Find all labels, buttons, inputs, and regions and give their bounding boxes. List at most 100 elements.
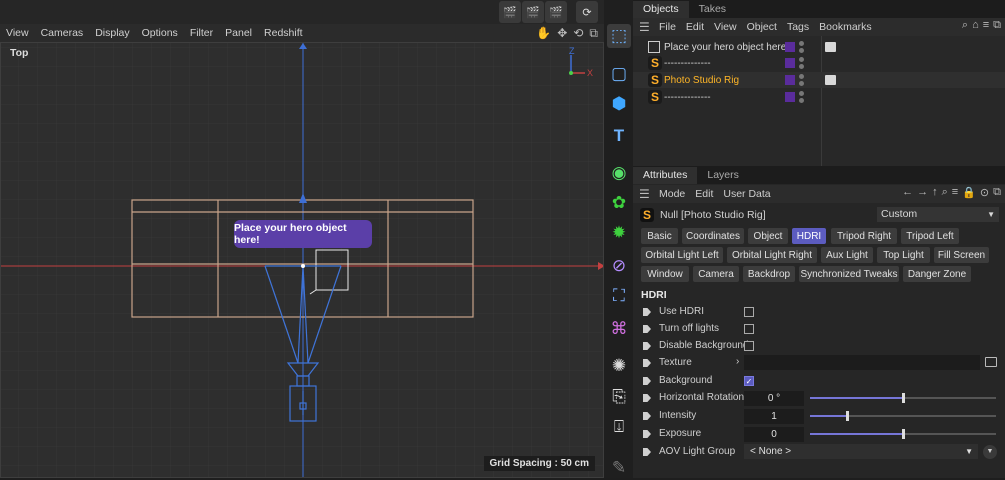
forward-arrow-icon[interactable]: → [917,186,928,199]
preset-dropdown[interactable]: Custom ▼ [877,207,999,222]
tab-objects[interactable]: Objects [633,1,689,18]
object-name[interactable]: Place your hero object here! [664,42,789,53]
object-row[interactable]: S -------------- [633,89,1005,105]
refresh-icon[interactable]: ⟳ [576,1,598,23]
viewport-menu-panel[interactable]: Panel [225,27,252,39]
generator-icon[interactable]: ✹ [607,221,631,245]
light-icon[interactable]: ✺ [607,354,631,378]
new-window-icon[interactable]: ⧉ [993,19,1001,32]
section-tab-tripod-left[interactable]: Tripod Left [901,228,959,244]
menu-edit[interactable]: Edit [686,21,704,33]
section-tab-basic[interactable]: Basic [641,228,678,244]
layer-swatch[interactable] [785,75,795,85]
menu-object[interactable]: Object [747,21,777,33]
up-arrow-icon[interactable]: ↑ [932,186,938,199]
viewport[interactable]: Z X Top Place your hero object here! Gri… [0,42,604,478]
tag-icon[interactable] [825,75,836,85]
visibility-dots[interactable] [799,74,805,86]
layer-swatch[interactable] [785,42,795,52]
horizontal-rotation-slider[interactable] [810,393,996,403]
visibility-dots[interactable] [799,91,805,103]
camera-icon[interactable]: ⎘ [607,385,631,409]
menu-mode[interactable]: Mode [659,188,685,200]
edit-pen-icon[interactable]: ✎ [607,456,631,480]
use-hdri-checkbox[interactable] [744,307,754,317]
filter-icon[interactable]: ≡ [983,19,989,32]
object-name[interactable]: -------------- [664,58,711,69]
back-arrow-icon[interactable]: ← [902,186,913,199]
render-tag-icon[interactable]: ⍗ [607,415,631,439]
section-tab-top-light[interactable]: Top Light [877,247,930,263]
viewport-menu-view[interactable]: View [6,27,29,39]
keyframe-icon[interactable] [643,308,651,316]
move-view-icon[interactable]: ✥ [557,26,567,41]
viewport-menu-options[interactable]: Options [142,27,178,39]
layer-swatch[interactable] [785,58,795,68]
turn-off-lights-checkbox[interactable] [744,324,754,334]
visibility-dots[interactable] [799,41,805,53]
section-tab-orbital-light-right[interactable]: Orbital Light Right [727,247,817,263]
dropdown-options-icon[interactable]: ▼ [983,445,997,459]
viewport-menu-filter[interactable]: Filter [190,27,213,39]
disable-background-checkbox[interactable] [744,341,754,351]
section-tab-orbital-light-left[interactable]: Orbital Light Left [641,247,723,263]
lock-icon[interactable]: 🔒 [962,186,976,199]
chevron-right-icon[interactable]: › [736,356,739,367]
tab-layers[interactable]: Layers [697,167,749,184]
menu-bookmarks[interactable]: Bookmarks [819,21,872,33]
section-tab-fill-screen[interactable]: Fill Screen [934,247,989,263]
intensity-slider[interactable] [810,411,996,421]
background-checkbox[interactable]: ✓ [744,376,754,386]
orbit-icon[interactable]: ⟲ [573,26,583,41]
pan-hand-icon[interactable]: ✋ [536,26,551,41]
layer-swatch[interactable] [785,92,795,102]
tab-takes[interactable]: Takes [689,1,736,18]
keyframe-icon[interactable] [643,359,651,367]
scene-icon[interactable]: ⌘ [607,317,631,341]
section-tab-object[interactable]: Object [748,228,788,244]
section-tab-aux-light[interactable]: Aux Light [821,247,873,263]
deformer-icon[interactable]: ⊘ [607,254,631,278]
cube-icon[interactable]: ⬢ [607,92,631,116]
object-row[interactable]: S Photo Studio Rig [633,72,1005,88]
section-tab-hdri[interactable]: HDRI [792,228,826,244]
search-icon[interactable]: ⌕ [962,19,968,32]
keyframe-icon[interactable] [643,342,651,350]
cube-outline-icon[interactable]: ▢ [607,62,631,86]
home-icon[interactable]: ⌂ [972,19,979,32]
viewport-menu-display[interactable]: Display [95,27,129,39]
exposure-field[interactable]: 0 [744,427,804,442]
clapper-render-icon[interactable]: 🎬 [499,1,521,23]
section-tab-window[interactable]: Window [641,266,689,282]
move-tool-icon[interactable]: ⬚ [607,24,631,48]
section-tab-danger-zone[interactable]: Danger Zone [903,266,971,282]
menu-edit[interactable]: Edit [695,188,713,200]
field-icon[interactable]: ⛶ [607,284,631,308]
intensity-field[interactable]: 1 [744,409,804,424]
tab-attributes[interactable]: Attributes [633,167,698,184]
search-icon[interactable]: ⌕ [942,186,948,199]
menu-view[interactable]: View [714,21,737,33]
viewport-menu-cameras[interactable]: Cameras [41,27,84,39]
section-tab-tripod-right[interactable]: Tripod Right [831,228,897,244]
exposure-slider[interactable] [810,429,996,439]
object-row[interactable]: Place your hero object here! [633,39,1005,55]
menu-tags[interactable]: Tags [787,21,809,33]
mograph-cloner-icon[interactable]: ✿ [607,191,631,215]
section-tab-coordinates[interactable]: Coordinates [682,228,744,244]
texture-field[interactable] [744,355,980,370]
keyframe-icon[interactable] [643,325,651,333]
viewport-menu-redshift[interactable]: Redshift [264,27,303,39]
filter-icon[interactable]: ≡ [952,186,958,199]
section-tab-backdrop[interactable]: Backdrop [743,266,795,282]
section-tab-camera[interactable]: Camera [693,266,739,282]
settings-icon[interactable]: ⊙ [980,186,989,199]
menu-user-data[interactable]: User Data [723,188,770,200]
object-row[interactable]: S -------------- [633,55,1005,71]
hamburger-icon[interactable]: ☰ [639,20,651,34]
keyframe-icon[interactable] [643,394,651,402]
spline-pen-icon[interactable]: ◉ [607,161,631,185]
section-tab-synchronized-tweaks[interactable]: Synchronized Tweaks [799,266,899,282]
aov-light-group-dropdown[interactable]: < None > ▼ [744,444,978,459]
keyframe-icon[interactable] [643,377,651,385]
